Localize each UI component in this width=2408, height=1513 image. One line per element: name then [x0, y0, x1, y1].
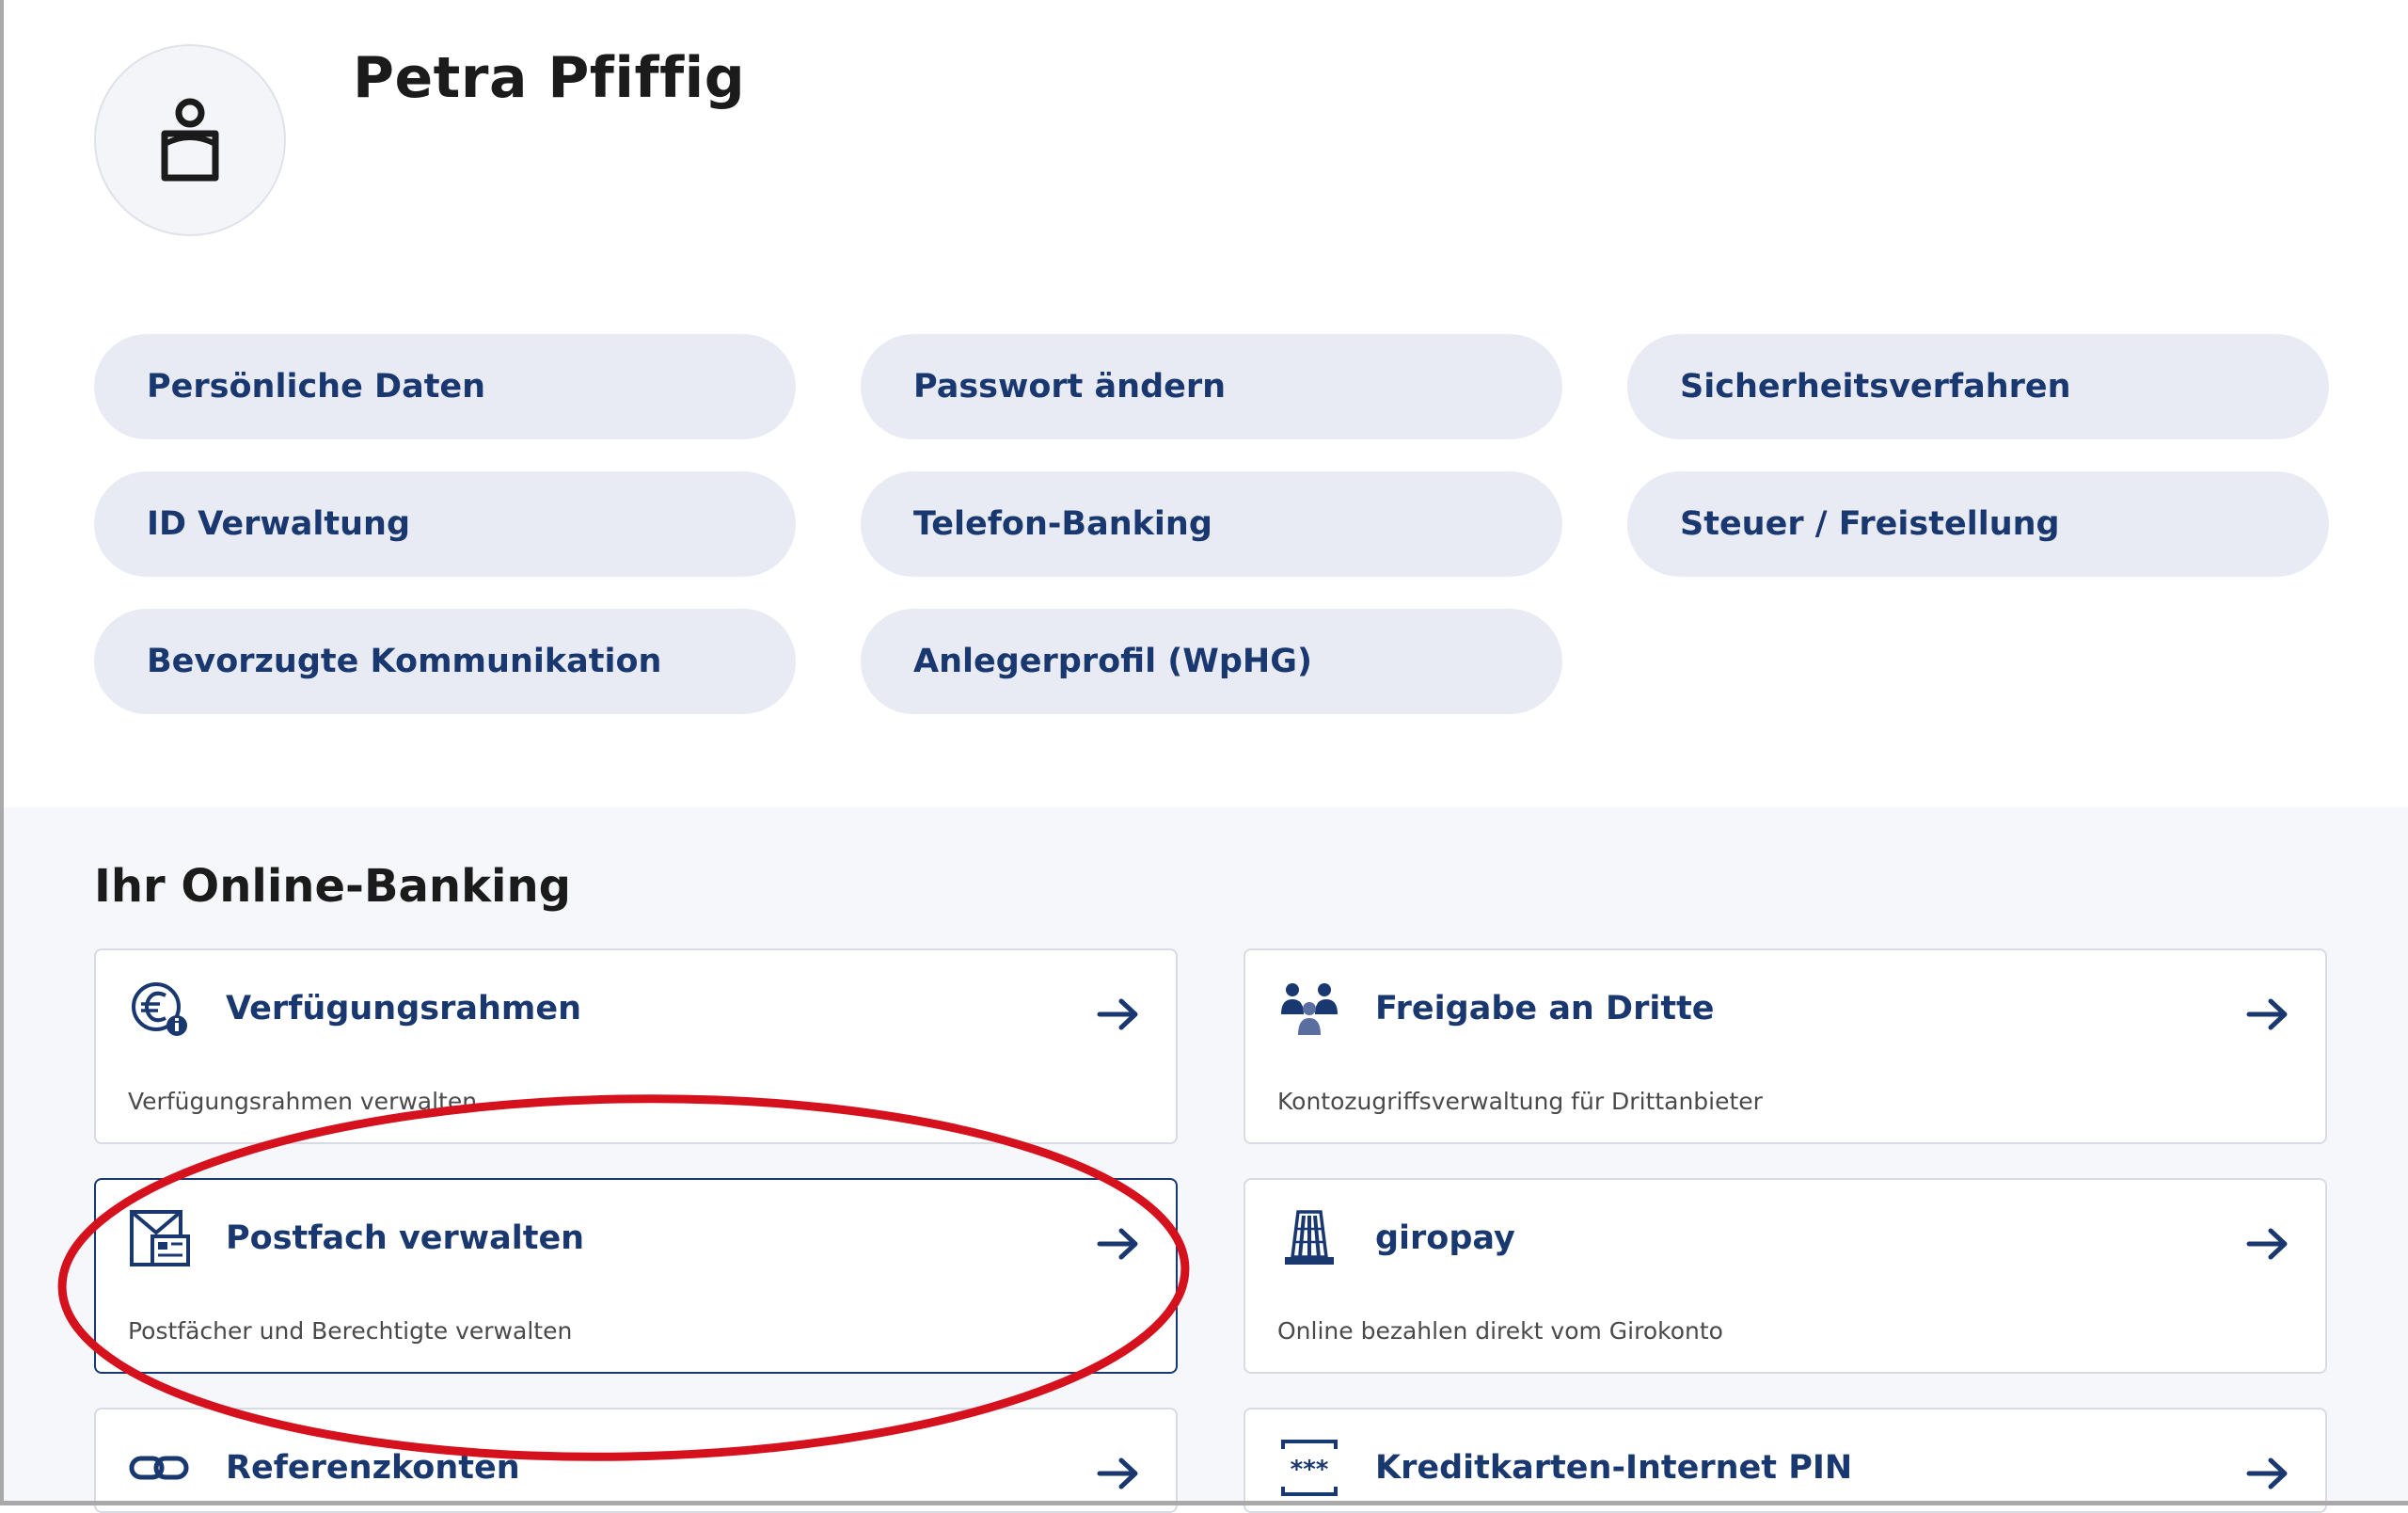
arrow-right-icon — [2246, 1228, 2288, 1260]
pill-id-verwaltung[interactable]: ID Verwaltung — [94, 471, 796, 577]
card-description: Verfügungsrahmen verwalten — [128, 1088, 478, 1115]
arrow-right-icon — [1097, 1457, 1138, 1489]
arrow-right-icon — [2246, 1457, 2288, 1489]
euro-info-icon — [132, 982, 187, 1036]
card-referenzkonten[interactable]: Referenzkonten — [94, 1408, 1178, 1513]
card-postfach-verwalten[interactable]: Postfach verwalten Postfächer und Berech… — [94, 1178, 1178, 1374]
pill-anlegerprofil[interactable]: Anlegerprofil (WpHG) — [861, 609, 1562, 714]
pin-card-icon: *** — [1281, 1440, 1338, 1496]
card-description: Online bezahlen direkt vom Girokonto — [1277, 1317, 1723, 1345]
card-title: giropay — [1375, 1219, 1515, 1257]
people-group-icon — [1281, 983, 1338, 1035]
pill-steuer-freistellung[interactable]: Steuer / Freistellung — [1627, 471, 2329, 577]
arrow-right-icon — [2246, 998, 2288, 1030]
card-title: Referenzkonten — [226, 1449, 520, 1487]
pill-bevorzugte-kommunikation[interactable]: Bevorzugte Kommunikation — [94, 609, 796, 714]
pill-sicherheitsverfahren[interactable]: Sicherheitsverfahren — [1627, 334, 2329, 439]
user-icon — [161, 98, 219, 182]
link-icon — [129, 1456, 189, 1480]
card-title: Verfügungsrahmen — [226, 990, 582, 1027]
pill-telefon-banking[interactable]: Telefon-Banking — [861, 471, 1562, 577]
card-kreditkarten-internet-pin[interactable]: *** Kreditkarten-Internet PIN — [1244, 1408, 2327, 1513]
pill-passwort-aendern[interactable]: Passwort ändern — [861, 334, 1562, 439]
arrow-right-icon — [1097, 998, 1138, 1030]
card-giropay[interactable]: giropay Online bezahlen direkt vom Girok… — [1244, 1178, 2327, 1374]
card-description: Postfächer und Berechtigte verwalten — [128, 1317, 573, 1345]
card-verfuegungsrahmen[interactable]: Verfügungsrahmen Verfügungsrahmen verwal… — [94, 948, 1178, 1144]
window-frame-bottom — [0, 1501, 2408, 1505]
card-title: Freigabe an Dritte — [1375, 990, 1715, 1027]
bank-building-icon — [1285, 1210, 1334, 1265]
profile-name: Petra Pfiffig — [353, 45, 746, 111]
arrow-right-icon — [1097, 1228, 1138, 1260]
pill-persoenliche-daten[interactable]: Persönliche Daten — [94, 334, 796, 439]
card-title: Kreditkarten-Internet PIN — [1375, 1449, 1853, 1487]
card-title: Postfach verwalten — [226, 1219, 585, 1257]
mailbox-icon — [130, 1210, 190, 1266]
section-title: Ihr Online-Banking — [94, 860, 571, 913]
avatar — [94, 44, 286, 236]
card-freigabe-an-dritte[interactable]: Freigabe an Dritte Kontozugriffsverwaltu… — [1244, 948, 2327, 1144]
svg-text:***: *** — [1291, 1456, 1329, 1484]
card-description: Kontozugriffsverwaltung für Drittanbiete… — [1277, 1088, 1763, 1115]
